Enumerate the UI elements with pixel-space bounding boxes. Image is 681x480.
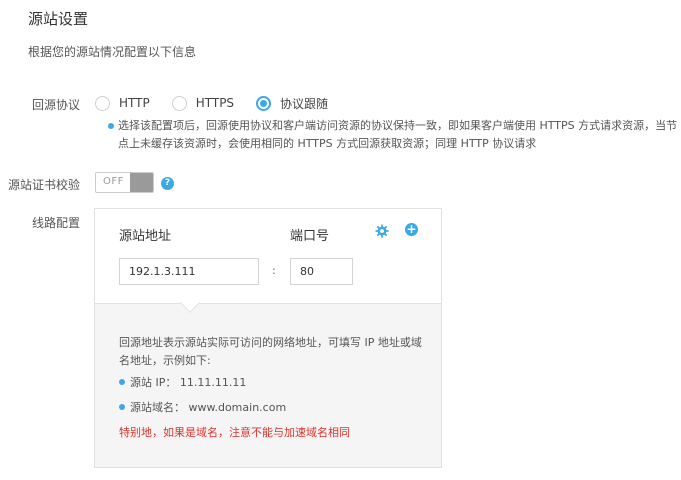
route-warning: 特别地，如果是域名，注意不能与加速域名相同: [119, 426, 350, 439]
radio-label-http: HTTP: [119, 96, 150, 110]
protocol-radio-group: HTTP HTTPS 协议跟随: [95, 93, 350, 113]
route-label: 线路配置: [31, 216, 80, 230]
route-edit-area: 源站地址 端口号 + 192.1.3.111 : 80: [95, 209, 441, 303]
radio-icon[interactable]: [171, 95, 187, 111]
separator: :: [272, 264, 276, 277]
route-info-text: 回源地址表示源站实际可访问的网络地址，可填写 IP 地址或域名地址，示例如下:: [119, 336, 422, 367]
page-title: 源站设置: [28, 10, 89, 28]
protocol-note: 选择该配置项后，回源使用协议和客户端访问资源的协议保持一致，即如果客户端使用 H…: [108, 117, 678, 153]
bullet-icon: [108, 123, 114, 129]
route-info-box: 回源地址表示源站实际可访问的网络地址，可填写 IP 地址或域名地址，示例如下: …: [95, 303, 441, 467]
radio-option-follow[interactable]: 协议跟随: [256, 95, 328, 112]
toggle-knob: [130, 173, 153, 192]
gear-icon[interactable]: [375, 224, 389, 238]
help-icon[interactable]: ?: [161, 177, 174, 190]
cert-label: 源站证书校验: [7, 178, 80, 192]
radio-icon[interactable]: [95, 95, 110, 111]
col-address-header: 源站地址: [119, 229, 172, 244]
radio-option-https[interactable]: HTTPS: [171, 95, 235, 111]
origin-address-input[interactable]: 192.1.3.111: [119, 258, 259, 285]
example-domain-text: 源站域名： www.domain.com: [130, 401, 287, 414]
bullet-icon: [119, 404, 125, 410]
bullet-icon: [119, 379, 125, 385]
example-ip: 源站 IP： 11.11.11.11: [119, 374, 246, 390]
example-domain: 源站域名： www.domain.com: [119, 399, 286, 415]
example-ip-text: 源站 IP： 11.11.11.11: [130, 376, 247, 389]
page-subtitle: 根据您的源站情况配置以下信息: [28, 45, 197, 59]
route-panel: 回源地址表示源站实际可访问的网络地址，可填写 IP 地址或域名地址，示例如下: …: [94, 208, 442, 468]
col-port-header: 端口号: [290, 229, 330, 244]
add-route-icon[interactable]: +: [405, 223, 418, 236]
radio-option-http[interactable]: HTTP: [95, 95, 150, 111]
protocol-label: 回源协议: [31, 98, 80, 112]
toggle-state-text: OFF: [103, 176, 124, 187]
radio-label-https: HTTPS: [195, 96, 235, 110]
protocol-note-text: 选择该配置项后，回源使用协议和客户端访问资源的协议保持一致，即如果客户端使用 H…: [118, 119, 678, 150]
radio-label-follow: 协议跟随: [280, 96, 329, 111]
radio-checked-icon[interactable]: [256, 95, 272, 111]
port-input[interactable]: 80: [290, 258, 353, 285]
cert-toggle[interactable]: OFF: [95, 172, 154, 193]
